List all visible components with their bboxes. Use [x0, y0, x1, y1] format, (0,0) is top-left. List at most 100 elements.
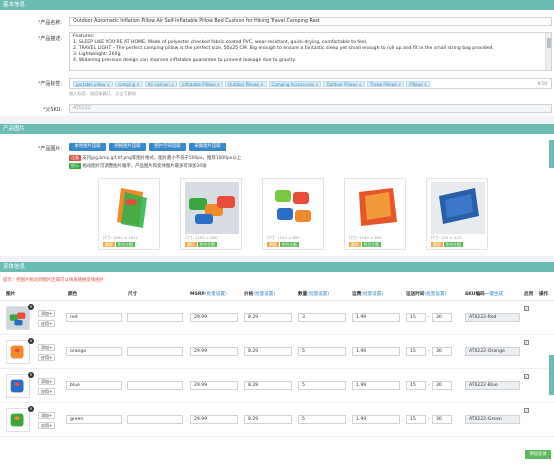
side-float-tab[interactable] — [549, 355, 554, 395]
price-input[interactable]: 8.29 — [244, 347, 292, 356]
delete-image-button[interactable]: 删除 — [103, 242, 115, 247]
ship-days-to-input[interactable]: 30 — [432, 313, 452, 322]
apply-image-button[interactable]: 应用+ — [38, 388, 56, 395]
quantity-input[interactable]: 3 — [298, 313, 346, 322]
add-image-button[interactable]: 添加+ — [38, 412, 56, 419]
tag-chip[interactable]: Inflatable Pillows× — [179, 81, 224, 87]
product-image-card[interactable]: 尺寸: 225 × 225 删除 作为主图 — [426, 178, 488, 250]
variant-image[interactable] — [6, 374, 30, 398]
shipping-input[interactable]: 1.99 — [352, 347, 400, 356]
quantity-input[interactable]: 5 — [298, 415, 346, 424]
remove-image-icon[interactable]: × — [28, 372, 34, 378]
delete-image-button[interactable]: 删除 — [185, 242, 197, 247]
msrp-input[interactable]: 29.99 — [190, 415, 238, 424]
delete-image-button[interactable]: 删除 — [349, 242, 361, 247]
ship-days-from-input[interactable]: 15 — [406, 347, 426, 356]
remove-image-icon[interactable]: × — [28, 338, 34, 344]
header-size: 尺寸 — [128, 292, 138, 297]
tag-chip[interactable]: Pillows× — [406, 81, 431, 87]
remove-image-icon[interactable]: × — [28, 406, 34, 412]
delete-image-button[interactable]: 删除 — [267, 242, 279, 247]
product-image-card[interactable]: 尺寸: 1100 × 800 删除 作为主图 — [262, 178, 324, 250]
msrp-input[interactable]: 29.99 — [190, 381, 238, 390]
tag-chip[interactable]: Air cushion× — [144, 81, 178, 87]
size-input[interactable] — [127, 381, 183, 390]
tag-chip[interactable]: Throw Pillows× — [366, 81, 405, 87]
tag-chip[interactable]: Outdoor Pillows× — [225, 81, 267, 87]
size-input[interactable] — [127, 415, 183, 424]
add-image-button[interactable]: 添加+ — [38, 344, 56, 351]
header-image: 图片 — [6, 292, 16, 297]
set-main-image-button[interactable]: 作为主图 — [443, 242, 463, 247]
desc-scrollbar[interactable] — [545, 33, 551, 70]
ship-days-to-input[interactable]: 30 — [432, 347, 452, 356]
price-input[interactable]: 8.29 — [244, 415, 292, 424]
quantity-input[interactable]: 5 — [298, 381, 346, 390]
tags-input[interactable]: portable pillow× camping× Air cushion× Infl… — [69, 78, 552, 89]
color-input[interactable]: green — [66, 415, 122, 424]
local-image-button[interactable]: 本地图片选取 — [69, 143, 106, 151]
color-input[interactable]: orange — [66, 347, 122, 356]
header-enabled: 启用 — [524, 292, 534, 297]
price-input[interactable]: 8.29 — [244, 381, 292, 390]
enabled-checkbox[interactable]: ✓ — [524, 306, 529, 311]
collected-image-button[interactable]: 采集图片选取 — [189, 143, 226, 151]
ship-days-to-input[interactable]: 30 — [432, 415, 452, 424]
shipping-input[interactable]: 1.99 — [352, 415, 400, 424]
apply-image-button[interactable]: 应用+ — [38, 320, 56, 327]
set-main-image-button[interactable]: 作为主图 — [361, 242, 381, 247]
description-textarea[interactable]: Features: 1. SLEEP LIKE YOU'RE AT HOME: … — [69, 32, 552, 71]
ship-days-to-input[interactable]: 30 — [432, 381, 452, 390]
apply-image-button[interactable]: 应用+ — [38, 354, 56, 361]
variants-table-header: 图片 颜色 尺寸 MSRP(批量设置) 价格(批量设置) 数量(批量设置) 运费… — [0, 287, 554, 301]
apply-image-button[interactable]: 应用+ — [38, 422, 56, 429]
tag-chip[interactable]: portable pillow× — [73, 81, 113, 87]
add-variant-button[interactable]: 添加变体 — [525, 450, 551, 459]
parent-sku-input[interactable]: ATII222 — [69, 104, 552, 113]
tag-chip[interactable]: Outdoor Pillows× — [323, 81, 365, 87]
size-input[interactable] — [127, 313, 183, 322]
ship-days-from-input[interactable]: 15 — [406, 313, 426, 322]
product-image-card[interactable]: 尺寸: 1100 × 800 删除 作为主图 — [344, 178, 406, 250]
size-input[interactable] — [127, 347, 183, 356]
title-input[interactable]: Outdoor Automatic Inflation Pillow Air S… — [69, 17, 552, 26]
msrp-input[interactable]: 29.99 — [190, 313, 238, 322]
remove-image-icon[interactable]: × — [28, 304, 34, 310]
ship-days-from-input[interactable]: 15 — [406, 415, 426, 424]
quantity-input[interactable]: 5 — [298, 347, 346, 356]
image-space-button[interactable]: 图片空间选取 — [149, 143, 186, 151]
delete-image-button[interactable]: 删除 — [431, 242, 443, 247]
section-header-variants: 变体信息 — [0, 262, 554, 272]
product-image-card[interactable]: 尺寸: 1001 × 1001 删除 作为主图 — [98, 178, 160, 250]
variant-row: × 添加+ 应用+ green 29.99 8.29 5 1.99 15 - 3… — [0, 404, 554, 437]
web-image-button[interactable]: 网络图片选取 — [109, 143, 146, 151]
tag-chip[interactable]: camping× — [114, 81, 143, 87]
enabled-checkbox[interactable]: ✓ — [524, 374, 529, 379]
set-main-image-button[interactable]: 作为主图 — [197, 242, 217, 247]
product-image-card[interactable]: 尺寸: 1100 × 800 删除 作为主图 — [180, 178, 242, 250]
variant-image[interactable] — [6, 306, 30, 330]
enabled-checkbox[interactable]: ✓ — [524, 408, 529, 413]
set-main-image-button[interactable]: 作为主图 — [115, 242, 135, 247]
shipping-input[interactable]: 1.99 — [352, 313, 400, 322]
msrp-input[interactable]: 29.99 — [190, 347, 238, 356]
image-size: 尺寸: 1100 × 800 — [349, 235, 382, 240]
shipping-input[interactable]: 1.99 — [352, 381, 400, 390]
add-image-button[interactable]: 添加+ — [38, 310, 56, 317]
color-input[interactable]: red — [66, 313, 122, 322]
tag-chip[interactable]: Camping Accessories× — [268, 81, 322, 87]
price-input[interactable]: 8.29 — [244, 313, 292, 322]
enabled-checkbox[interactable]: ✓ — [524, 340, 529, 345]
variant-image[interactable] — [6, 408, 30, 432]
variant-sku-input[interactable]: ATII222-Orange — [465, 347, 520, 356]
variant-sku-input[interactable]: ATII222-Green — [465, 415, 520, 424]
variant-sku-input[interactable]: ATII222-Blue — [465, 381, 520, 390]
variant-sku-input[interactable]: ATII222-Red — [465, 313, 520, 322]
ship-days-from-input[interactable]: 15 — [406, 381, 426, 390]
variant-image[interactable] — [6, 340, 30, 364]
side-float-tab[interactable] — [549, 140, 554, 168]
header-qty: 数量(批量设置) — [298, 292, 330, 297]
color-input[interactable]: blue — [66, 381, 122, 390]
set-main-image-button[interactable]: 作为主图 — [279, 242, 299, 247]
add-image-button[interactable]: 添加+ — [38, 378, 56, 385]
